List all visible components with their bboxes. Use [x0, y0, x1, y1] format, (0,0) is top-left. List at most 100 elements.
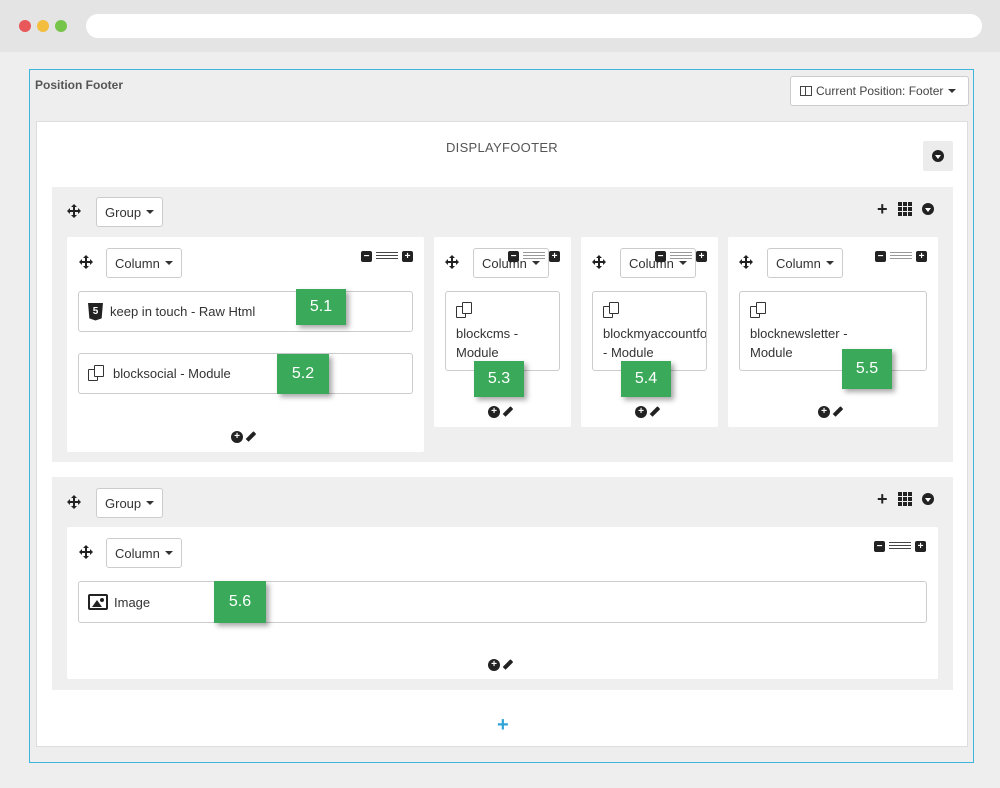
group-label: Group	[105, 204, 142, 220]
move-icon[interactable]	[67, 495, 81, 509]
column-label: Column	[115, 545, 160, 561]
move-icon[interactable]	[79, 255, 93, 269]
group-label: Group	[105, 495, 142, 511]
group-dropdown[interactable]: Group	[96, 488, 164, 518]
width-lines-icon	[523, 252, 545, 261]
columns-icon	[800, 86, 812, 96]
module-item[interactable]: blockmyaccountfooter - Module	[592, 291, 707, 371]
callout-badge: 5.4	[621, 361, 671, 397]
width-lines-icon	[889, 542, 911, 551]
callout-badge: 5.1	[296, 289, 346, 325]
module-label-line2: Module	[456, 345, 499, 360]
module-label-line1: blocknewsletter -	[750, 326, 848, 341]
increase-width-icon[interactable]: +	[696, 251, 707, 262]
current-position-button[interactable]: Current Position: Footer	[790, 76, 969, 106]
module-label: keep in touch - Raw Html	[110, 304, 256, 319]
move-icon[interactable]	[592, 255, 606, 269]
address-bar[interactable]	[86, 14, 982, 38]
add-module-icon[interactable]: +	[231, 431, 243, 443]
increase-width-icon[interactable]: +	[915, 541, 926, 552]
grid-icon[interactable]	[897, 202, 912, 216]
chevron-down-icon	[825, 261, 834, 265]
move-icon[interactable]	[445, 255, 459, 269]
module-item[interactable]: blocksocial - Module	[78, 353, 413, 394]
callout-badge: 5.3	[474, 361, 524, 397]
chevron-down-icon	[948, 89, 957, 93]
module-label-line2: Module	[750, 345, 793, 360]
arrow-down-circle-icon[interactable]	[921, 493, 934, 505]
add-module-icon[interactable]: +	[488, 406, 500, 418]
column-label: Column	[776, 255, 821, 271]
column-label: Column	[115, 255, 160, 271]
move-icon[interactable]	[739, 255, 753, 269]
pencil-icon[interactable]	[833, 407, 843, 417]
move-icon[interactable]	[79, 545, 93, 559]
column-dropdown[interactable]: Column	[106, 538, 182, 568]
column-actions: +	[231, 431, 256, 443]
pencil-icon[interactable]	[650, 407, 660, 417]
callout-badge: 5.6	[214, 581, 266, 623]
hook-title: DISPLAYFOOTER	[445, 140, 558, 155]
column-actions: +	[488, 659, 513, 671]
module-item[interactable]: 5 keep in touch - Raw Html	[78, 291, 413, 332]
decrease-width-icon[interactable]: −	[874, 541, 885, 552]
column-actions: +	[488, 406, 513, 418]
add-column-icon[interactable]: +	[877, 200, 888, 218]
panel-title: Position Footer	[35, 78, 123, 92]
minimize-window-dot[interactable]	[37, 20, 49, 32]
position-footer-panel: Position Footer Current Position: Footer…	[29, 69, 974, 763]
copy-icon	[750, 302, 767, 319]
chevron-down-icon	[146, 501, 155, 505]
module-label: blocksocial - Module	[113, 366, 231, 381]
arrow-down-circle-icon[interactable]	[921, 203, 934, 215]
decrease-width-icon[interactable]: −	[508, 251, 519, 262]
module-label: Image	[114, 594, 151, 610]
decrease-width-icon[interactable]: −	[875, 251, 886, 262]
close-window-dot[interactable]	[19, 20, 31, 32]
increase-width-icon[interactable]: +	[402, 251, 413, 262]
add-module-icon[interactable]: +	[818, 406, 830, 418]
decrease-width-icon[interactable]: −	[655, 251, 666, 262]
module-item[interactable]: blocknewsletter - Module	[739, 291, 927, 371]
chevron-down-icon	[146, 210, 155, 214]
pencil-icon[interactable]	[503, 660, 513, 670]
module-item[interactable]: Image	[78, 581, 927, 623]
column-3: Column − + blockmyaccountfooter - Module…	[581, 237, 718, 427]
group-tools: +	[877, 200, 934, 218]
grid-icon[interactable]	[897, 492, 912, 506]
column-dropdown[interactable]: Column	[106, 248, 182, 278]
add-group-button[interactable]: +	[497, 715, 509, 735]
add-column-icon[interactable]: +	[877, 490, 888, 508]
arrow-down-circle-icon	[932, 150, 944, 162]
hook-collapse-button[interactable]	[923, 141, 953, 171]
increase-width-icon[interactable]: +	[916, 251, 927, 262]
group-2: Group + Column − + Image + 5.6	[52, 477, 953, 690]
group-dropdown[interactable]: Group	[96, 197, 164, 227]
increase-width-icon[interactable]: +	[549, 251, 560, 262]
module-label-line2: - Module	[603, 345, 654, 360]
move-icon[interactable]	[67, 204, 81, 218]
current-position-label: Current Position: Footer	[816, 84, 944, 98]
column-dropdown[interactable]: Column	[767, 248, 843, 278]
add-module-icon[interactable]: +	[488, 659, 500, 671]
column-width-tools: − +	[655, 251, 707, 262]
column-width-tools: − +	[874, 541, 926, 552]
copy-icon	[456, 302, 473, 319]
pencil-icon[interactable]	[503, 407, 513, 417]
column-image: Column − + Image + 5.6	[67, 527, 938, 679]
width-lines-icon	[670, 252, 692, 261]
add-module-icon[interactable]: +	[635, 406, 647, 418]
pencil-icon[interactable]	[246, 432, 256, 442]
width-lines-icon	[890, 252, 912, 261]
column-actions: +	[818, 406, 843, 418]
module-item[interactable]: blockcms - Module	[445, 291, 560, 371]
decrease-width-icon[interactable]: −	[361, 251, 372, 262]
group-1: Group + Column − + 5 keep in touch - Raw…	[52, 187, 953, 462]
column-4: Column − + blocknewsletter - Module + 5.…	[728, 237, 938, 427]
copy-icon	[603, 302, 620, 319]
image-icon	[88, 594, 108, 610]
group-tools: +	[877, 490, 934, 508]
column-width-tools: − +	[508, 251, 560, 262]
maximize-window-dot[interactable]	[55, 20, 67, 32]
width-lines-icon	[376, 252, 398, 261]
